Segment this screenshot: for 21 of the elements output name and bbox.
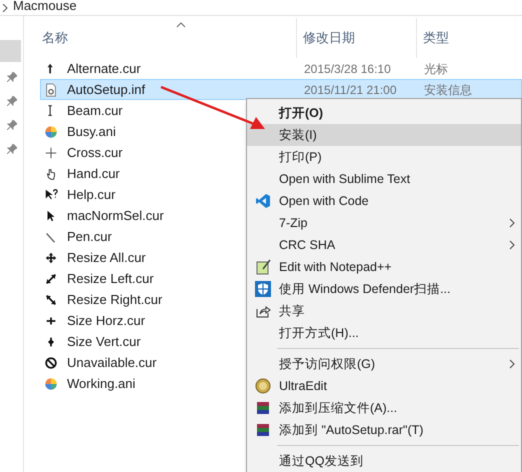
file-name: Size Vert.cur [67,332,141,351]
file-name: Pen.cur [67,228,112,246]
folder-name: Macmouse [13,0,77,12]
file-name: macNormSel.cur [67,206,164,225]
type-cell-text: 安装信息 [423,82,472,98]
file-name: Resize Left.cur [67,270,154,288]
file-name: Cross.cur [67,144,123,162]
file-name: AutoSetup.inf [67,80,146,99]
file-name: Resize Right.cur [67,290,162,309]
file-name: Size Horz.cur [67,312,146,330]
file-name: Alternate.cur [67,60,141,78]
file-name: Resize All.cur [67,248,146,267]
file-name: Help.cur [67,186,116,204]
file-name: Beam.cur [67,102,123,120]
date-cell-text: 2015/3/28 16:10 [303,60,392,78]
type-cell-text: 光标 [423,60,448,78]
file-name: Working.ani [67,374,136,393]
file-name: Unavailable.cur [67,354,157,372]
date-cell-text: 2015/11/21 21:00 [303,82,398,98]
file-name: Busy.ani [67,122,116,141]
file-name: Hand.cur [67,164,120,183]
